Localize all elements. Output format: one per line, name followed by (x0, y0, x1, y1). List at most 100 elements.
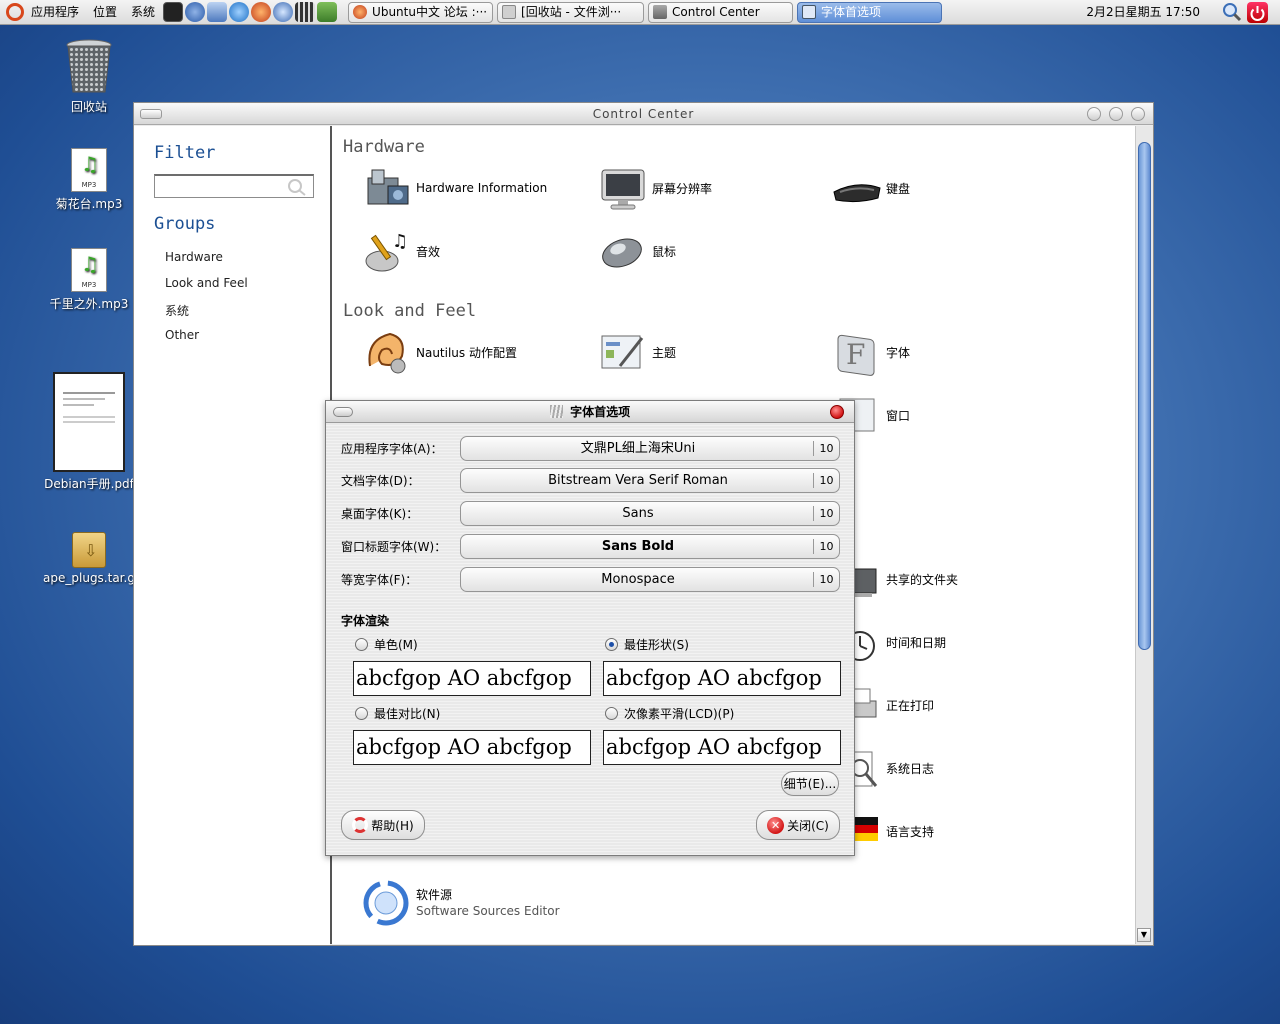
desktop-icon-trash[interactable]: 回收站 (43, 37, 135, 115)
search-icon (287, 178, 307, 199)
network-launcher-icon[interactable] (207, 2, 228, 22)
sound-icon: ♫ (362, 227, 412, 275)
maximize-button[interactable] (1109, 107, 1123, 121)
desktop-icon-archive[interactable]: ⇩ ape_plugs.tar.g (43, 532, 135, 585)
font-row-desktop: 桌面字体(K)： Sans 10 (341, 501, 841, 526)
font-label: 桌面字体(K)： (341, 507, 419, 521)
minimize-button[interactable] (1087, 107, 1101, 121)
help-button[interactable]: 帮助(H) (341, 810, 425, 840)
terminal-launcher-icon[interactable] (163, 2, 184, 22)
filter-input[interactable] (154, 174, 314, 198)
item-mouse[interactable]: 鼠标 (598, 227, 676, 275)
messenger-launcher-icon[interactable] (229, 2, 250, 22)
desktop-icon-pdf[interactable]: Debian手册.pdf (43, 372, 135, 492)
item-nautilus-actions[interactable]: Nautilus 动作配置 (362, 328, 517, 376)
dialog-titlebar[interactable]: 字体首选项 (326, 401, 854, 423)
vertical-scrollbar[interactable]: ▼ (1135, 126, 1153, 944)
item-label: 键盘 (886, 181, 911, 196)
help-icon (352, 817, 369, 833)
window-menu-button[interactable] (140, 109, 162, 119)
browser-launcher-icon[interactable] (251, 2, 272, 22)
window-title-font-button[interactable]: Sans Bold 10 (460, 534, 840, 559)
radio-best-shapes[interactable]: 最佳形状(S) (605, 636, 689, 653)
radio-best-contrast[interactable]: 最佳对比(N) (355, 705, 440, 722)
browser-icon (353, 5, 368, 19)
globe-launcher-icon[interactable] (185, 2, 206, 22)
ubuntu-logo-icon[interactable] (6, 3, 24, 21)
radio-subpixel[interactable]: 次像素平滑(LCD)(P) (605, 705, 734, 722)
groups-heading: Groups (154, 214, 216, 234)
task-font-preferences[interactable]: 字体首选项 (797, 1, 943, 23)
folder-icon (502, 5, 517, 19)
details-button[interactable]: 细节(E)... (781, 771, 839, 796)
task-forum[interactable]: Ubuntu中文 论坛 :··· (348, 1, 494, 23)
item-software-sources[interactable]: 软件源 Software Sources Editor (362, 879, 560, 927)
sample-monochrome[interactable]: abcfgop AO abcfgop (353, 661, 591, 696)
clock[interactable]: 2月2日星期五 17:50 (1086, 0, 1200, 25)
item-label: 鼠标 (652, 244, 677, 259)
item-hardware-information[interactable]: Hardware Information (362, 164, 547, 212)
font-name: 文鼎PL细上海宋Uni (580, 441, 696, 456)
item-label: Hardware Information (416, 181, 548, 195)
group-item-system[interactable]: 系统 (165, 302, 189, 319)
movie-launcher-icon[interactable] (295, 2, 316, 22)
button-label: 帮助(H) (371, 818, 414, 833)
window-title: Control Center (592, 107, 695, 121)
radio-label: 最佳对比(N) (374, 707, 441, 721)
task-label: 字体首选项 (821, 4, 882, 19)
font-size: 10 (813, 506, 839, 521)
desktop-icon-label: Debian手册.pdf (44, 477, 134, 491)
control-center-icon (653, 5, 668, 19)
search-icon[interactable] (1222, 2, 1242, 22)
radio-indicator (355, 638, 368, 651)
window-titlebar[interactable]: Control Center (134, 103, 1153, 125)
menu-system[interactable]: 系统 (124, 0, 162, 25)
task-control-center[interactable]: Control Center (648, 1, 794, 23)
monospace-font-button[interactable]: Monospace 10 (460, 567, 840, 592)
item-screen-resolution[interactable]: 屏幕分辨率 (598, 164, 712, 212)
hardware-icon (362, 164, 412, 212)
rendering-heading: 字体渲染 (341, 614, 390, 628)
close-dialog-button[interactable]: ✕ 关闭(C) (756, 810, 840, 840)
item-sound[interactable]: ♫ 音效 (362, 227, 440, 275)
desktop-icon-mp3-1[interactable]: ♫ MP3 菊花台.mp3 (43, 148, 135, 212)
help-launcher-icon[interactable] (273, 2, 294, 22)
radio-label: 单色(M) (374, 638, 418, 652)
scroll-down-arrow-icon[interactable]: ▼ (1137, 928, 1151, 942)
power-icon[interactable] (1247, 2, 1268, 23)
dialog-menu-button[interactable] (333, 407, 353, 417)
button-label: 细节(E)... (783, 777, 837, 791)
mouse-icon (598, 227, 648, 275)
font-label: 文档字体(D)： (341, 474, 420, 488)
radio-label: 最佳形状(S) (624, 638, 689, 652)
group-item-hardware[interactable]: Hardware (165, 250, 223, 264)
task-trash[interactable]: [回收站 - 文件浏··· (497, 1, 645, 23)
menu-places[interactable]: 位置 (86, 0, 124, 25)
menu-applications[interactable]: 应用程序 (24, 0, 86, 25)
svg-text:♫: ♫ (392, 231, 408, 252)
scrollbar-thumb[interactable] (1138, 142, 1151, 650)
books-launcher-icon[interactable] (317, 2, 338, 22)
desktop-icon-mp3-2[interactable]: ♫ MP3 千里之外.mp3 (43, 248, 135, 312)
item-keyboard[interactable]: 键盘 (832, 164, 910, 212)
sample-best-shapes[interactable]: abcfgop AO abcfgop (603, 661, 841, 696)
task-label: [回收站 - 文件浏··· (521, 4, 622, 19)
font-size: 10 (813, 539, 839, 554)
group-item-look-and-feel[interactable]: Look and Feel (165, 276, 248, 290)
item-theme[interactable]: 主题 (598, 328, 676, 376)
sample-best-contrast[interactable]: abcfgop AO abcfgop (353, 730, 591, 765)
radio-monochrome[interactable]: 单色(M) (355, 636, 418, 653)
font-name: Sans (622, 506, 654, 521)
item-fonts[interactable]: F 字体 (832, 328, 910, 376)
font-row-monospace: 等宽字体(F)： Monospace 10 (341, 567, 841, 592)
item-label: 主题 (652, 345, 677, 360)
document-font-button[interactable]: Bitstream Vera Serif Roman 10 (460, 468, 840, 493)
close-button[interactable] (1131, 107, 1145, 121)
desktop-font-button[interactable]: Sans 10 (460, 501, 840, 526)
sample-subpixel[interactable]: abcfgop AO abcfgop (603, 730, 841, 765)
group-item-other[interactable]: Other (165, 328, 199, 342)
audio-file-icon: ♫ MP3 (71, 148, 107, 192)
dialog-close-button[interactable] (830, 405, 844, 419)
font-size: 10 (813, 441, 839, 456)
application-font-button[interactable]: 文鼎PL细上海宋Uni 10 (460, 436, 840, 461)
